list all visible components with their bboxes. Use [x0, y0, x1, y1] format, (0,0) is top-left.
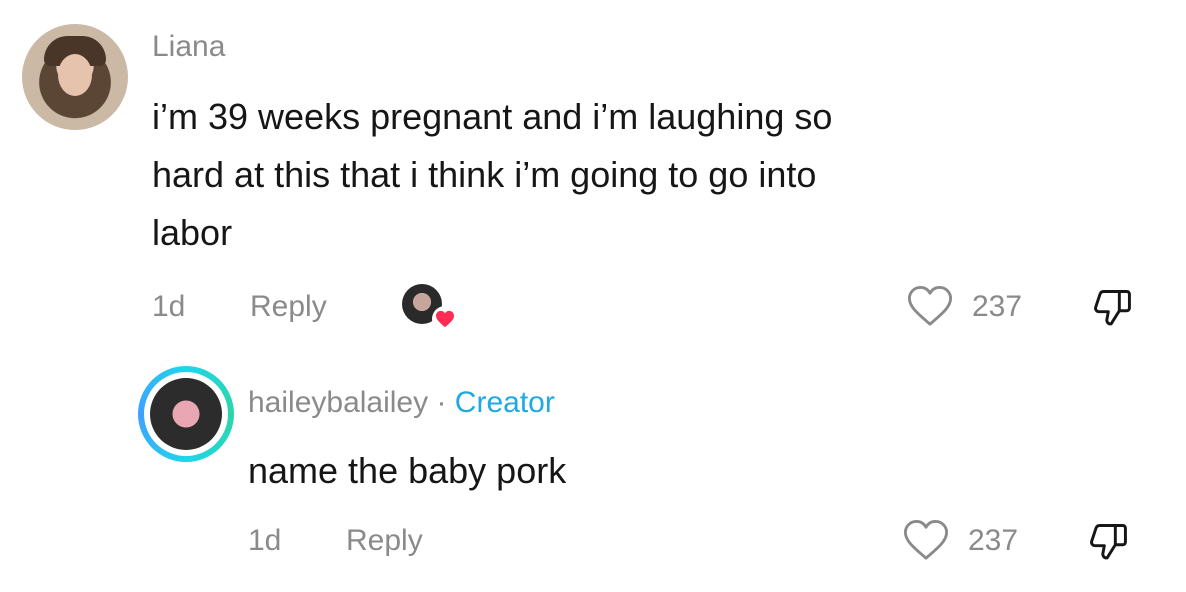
- creator-badge: Creator: [454, 386, 555, 419]
- reply-dislike-icon[interactable]: [1084, 518, 1132, 566]
- comment-text-line: labor: [152, 212, 233, 253]
- comment-text-line: hard at this that i think i’m going to g…: [152, 154, 817, 195]
- reply-username[interactable]: haileybalailey: [248, 386, 428, 419]
- reply-age: 1d: [248, 524, 282, 557]
- comment-text-line: i’m 39 weeks pregnant and i’m laughing s…: [152, 96, 833, 137]
- comment-like-heart-icon[interactable]: [906, 284, 954, 328]
- comment-age: 1d: [152, 290, 186, 323]
- reply-like-heart-icon[interactable]: [902, 518, 950, 562]
- username-separator: ·: [428, 386, 455, 419]
- commenter-username[interactable]: Liana: [152, 30, 225, 64]
- creator-avatar-ring[interactable]: [138, 366, 234, 462]
- commenter-avatar[interactable]: [22, 24, 128, 130]
- reply-username-row: haileybalailey · Creator: [248, 386, 555, 420]
- comment-like-count: 237: [972, 290, 1023, 323]
- reply-reply-button[interactable]: Reply: [346, 524, 423, 558]
- liked-by-creator-heart-icon: [432, 306, 458, 332]
- reply-like-count: 237: [968, 524, 1019, 557]
- comment-reply-button[interactable]: Reply: [250, 290, 327, 324]
- comment-text: i’m 39 weeks pregnant and i’m laughing s…: [152, 88, 832, 262]
- comment-dislike-icon[interactable]: [1088, 284, 1136, 332]
- creator-avatar[interactable]: [150, 378, 222, 450]
- reply-text: name the baby pork: [248, 450, 567, 491]
